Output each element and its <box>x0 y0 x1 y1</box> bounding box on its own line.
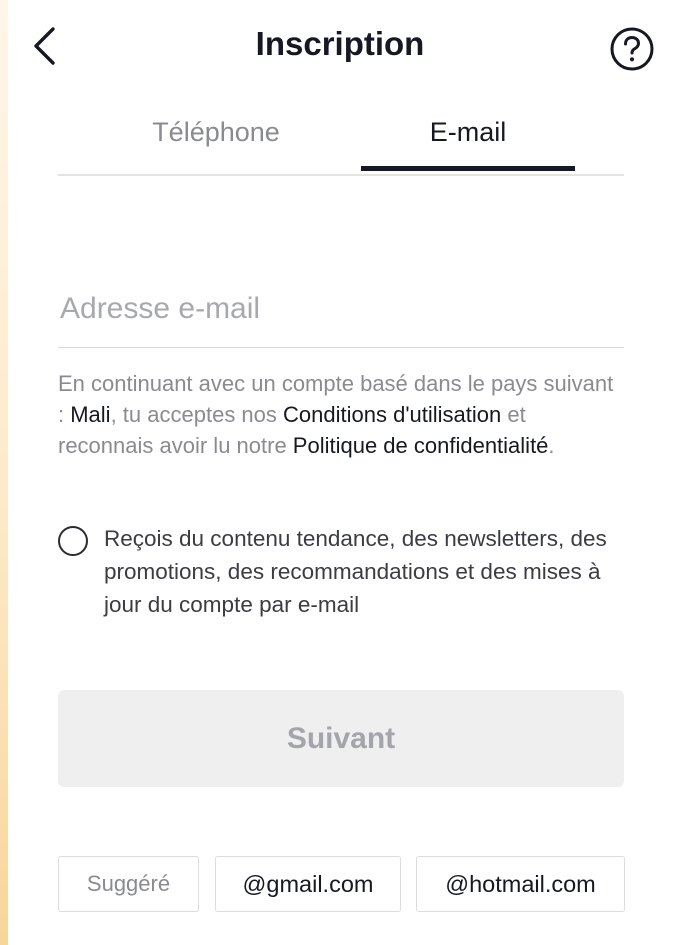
help-button[interactable] <box>608 25 656 73</box>
terms-text-2: , tu acceptes nos <box>110 402 284 427</box>
left-edge-glow <box>0 0 8 945</box>
country-name: Mali <box>70 402 111 427</box>
tab-email[interactable]: E-mail <box>361 100 575 172</box>
tab-bar: Téléphone E-mail <box>58 100 624 176</box>
hotmail-suggestion-chip[interactable]: @hotmail.com <box>416 856 625 912</box>
terms-notice: En continuant avec un compte basé dans l… <box>58 368 624 461</box>
gmail-suggestion-chip[interactable]: @gmail.com <box>215 856 401 912</box>
email-input[interactable] <box>58 270 624 348</box>
tab-telephone[interactable]: Téléphone <box>58 100 374 172</box>
privacy-policy-link[interactable]: Politique de confidentialité <box>293 433 549 458</box>
active-tab-indicator <box>361 166 575 171</box>
suggested-label: Suggéré <box>58 856 199 912</box>
question-circle-icon <box>610 27 654 71</box>
marketing-opt-in[interactable]: Reçois du contenu tendance, des newslett… <box>58 522 624 622</box>
page-title: Inscription <box>255 25 425 62</box>
header: Inscription <box>0 0 679 88</box>
chevron-left-icon <box>34 27 55 65</box>
opt-in-radio[interactable] <box>58 526 88 556</box>
terms-text-4: . <box>548 433 555 458</box>
terms-of-use-link[interactable]: Conditions d'utilisation <box>283 402 501 427</box>
back-button[interactable] <box>22 22 66 70</box>
next-button[interactable]: Suivant <box>58 690 624 787</box>
opt-in-label: Reçois du contenu tendance, des newslett… <box>104 526 607 617</box>
